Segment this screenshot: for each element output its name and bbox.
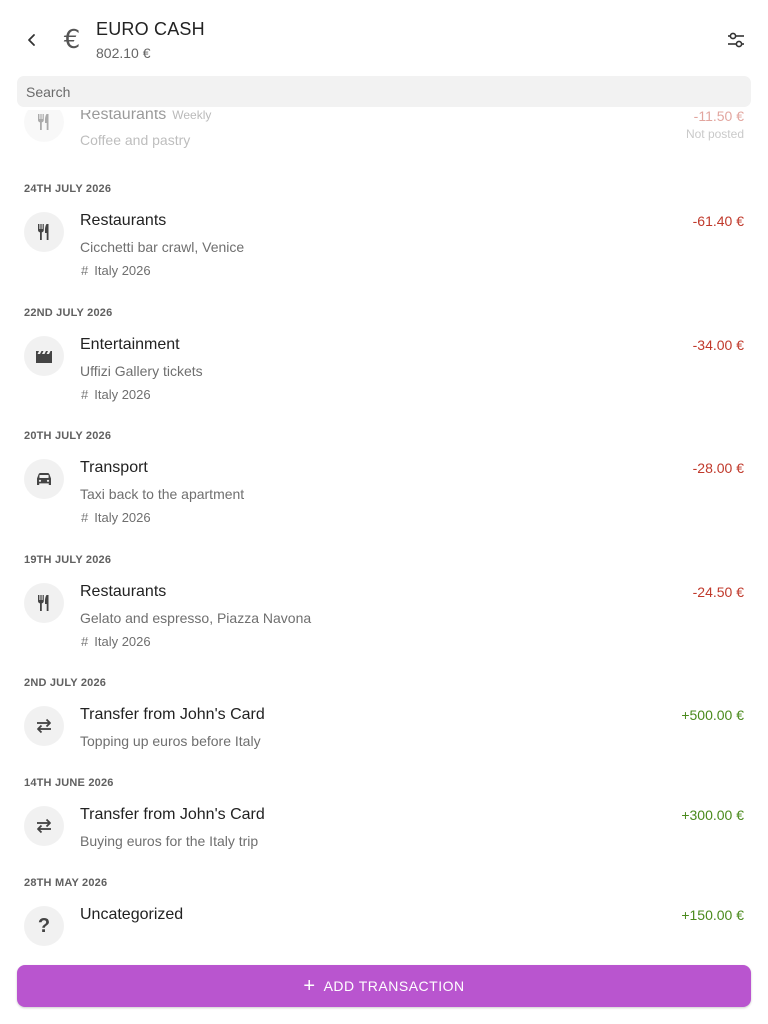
- category-icon-container: [24, 459, 64, 499]
- tag-label: Italy 2026: [94, 387, 151, 402]
- tag-label: Italy 2026: [94, 263, 151, 278]
- date-header: 20TH JULY 2026: [24, 430, 112, 442]
- transaction-category: Entertainment: [80, 336, 180, 353]
- back-button[interactable]: [18, 26, 46, 54]
- search-input[interactable]: [17, 76, 751, 107]
- transaction-row[interactable]: Transfer from John's Card Buying euros f…: [0, 800, 768, 860]
- transaction-tag: # Italy 2026: [80, 510, 151, 525]
- tag-label: Italy 2026: [94, 510, 151, 525]
- account-title: EURO CASH: [96, 19, 205, 39]
- transaction-row[interactable]: Restaurants Cicchetti bar crawl, Venice …: [0, 206, 768, 286]
- transaction-description: Gelato and espresso, Piazza Navona: [80, 610, 312, 626]
- cutlery-icon: [38, 595, 49, 611]
- transaction-row[interactable]: Restaurants Gelato and espresso, Piazza …: [0, 577, 768, 657]
- transaction-row[interactable]: Transfer from John's Card Topping up eur…: [0, 700, 768, 760]
- category-icon-container: [24, 336, 64, 376]
- car-icon: [37, 473, 51, 485]
- category-icon-container: [24, 110, 64, 142]
- add-transaction-button[interactable]: + ADD TRANSACTION: [17, 965, 751, 1007]
- plus-icon: +: [303, 975, 316, 997]
- transfer-icon: [37, 718, 51, 734]
- transfer-icon: [37, 818, 51, 834]
- tag-label: Italy 2026: [94, 634, 151, 649]
- hash-icon: #: [81, 387, 89, 402]
- transaction-category: Transport: [80, 459, 148, 476]
- transaction-row[interactable]: Restaurants Weekly Coffee and pastry -11.…: [0, 110, 768, 164]
- transaction-category: Restaurants Weekly: [80, 110, 211, 124]
- transaction-row[interactable]: Entertainment Uffizi Gallery tickets # It…: [0, 330, 768, 410]
- transaction-category: Restaurants: [80, 583, 167, 600]
- hash-icon: #: [81, 263, 89, 278]
- transaction-description: Uffizi Gallery tickets: [80, 363, 203, 379]
- arrow-left-icon: [28, 34, 35, 46]
- date-header: 14TH JUNE 2026: [24, 777, 114, 789]
- transaction-amount: +500.00 €: [681, 707, 744, 723]
- question-mark-icon: ?: [24, 906, 64, 946]
- transaction-category: Uncategorized: [80, 906, 184, 923]
- cutlery-icon: [38, 114, 49, 130]
- sliders-icon: [728, 32, 744, 48]
- transaction-description: Taxi back to the apartment: [80, 486, 245, 502]
- cutlery-icon: [38, 224, 49, 240]
- transaction-tag: # Italy 2026: [80, 263, 151, 278]
- transaction-amount: -24.50 €: [692, 584, 744, 600]
- date-header: 22ND JULY 2026: [24, 307, 113, 319]
- transaction-tag: # Italy 2026: [80, 634, 151, 649]
- category-icon-container: [24, 806, 64, 846]
- transaction-description: Topping up euros before Italy: [80, 733, 261, 749]
- transaction-amount: -28.00 €: [692, 460, 744, 476]
- transaction-category: Transfer from John's Card: [80, 806, 265, 823]
- transaction-amount: -11.50 €: [693, 110, 744, 124]
- transaction-amount: +150.00 €: [681, 907, 744, 923]
- date-header: 28TH MAY 2026: [24, 877, 108, 889]
- transaction-row[interactable]: Transport Taxi back to the apartment # It…: [0, 453, 768, 533]
- transaction-category: Restaurants: [80, 212, 167, 229]
- transaction-row[interactable]: ? Uncategorized +150.00 €: [0, 900, 768, 950]
- app-header: € EURO CASH 802.10 €: [0, 0, 768, 76]
- hash-icon: #: [81, 634, 89, 649]
- transaction-tag: # Italy 2026: [80, 387, 151, 402]
- transaction-category-label: Restaurants: [80, 110, 167, 123]
- category-icon-container: [24, 706, 64, 746]
- transaction-amount: -34.00 €: [692, 337, 744, 353]
- recurrence-label: Weekly: [172, 110, 212, 122]
- filter-button[interactable]: [722, 28, 750, 52]
- transaction-description: Coffee and pastry: [80, 132, 191, 148]
- category-icon-container: [24, 583, 64, 623]
- transaction-description: Buying euros for the Italy trip: [80, 833, 259, 849]
- transaction-amount: -61.40 €: [692, 213, 744, 229]
- transaction-category: Transfer from John's Card: [80, 706, 265, 723]
- date-header: 19TH JULY 2026: [24, 554, 112, 566]
- account-balance: 802.10 €: [96, 45, 151, 61]
- euro-icon: €: [63, 25, 81, 55]
- movie-clapper-icon: [36, 351, 52, 363]
- hash-icon: #: [81, 510, 89, 525]
- transaction-list[interactable]: Restaurants Weekly Coffee and pastry -11.…: [0, 110, 768, 956]
- category-icon-container: [24, 212, 64, 252]
- add-transaction-label: ADD TRANSACTION: [323, 978, 465, 994]
- transaction-description: Cicchetti bar crawl, Venice: [80, 239, 245, 255]
- date-header: 2ND JULY 2026: [24, 677, 107, 689]
- date-header: 24TH JULY 2026: [24, 183, 112, 195]
- transaction-amount: +300.00 €: [681, 807, 744, 823]
- status-label: Not posted: [685, 127, 744, 141]
